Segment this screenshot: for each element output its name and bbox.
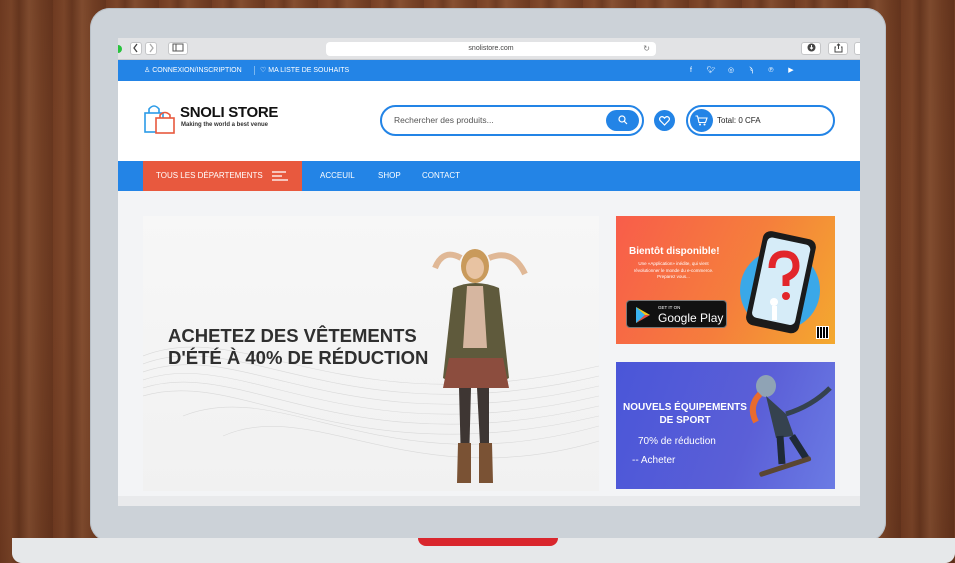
reload-icon[interactable]: ↻ — [643, 42, 650, 56]
sidebar-toggle-button[interactable] — [168, 42, 188, 55]
skater-image — [749, 375, 832, 477]
rss-icon[interactable]: ϡ — [744, 60, 758, 81]
departments-label: TOUS LES DÉPARTEMENTS — [156, 171, 263, 180]
hero-headline-line1: ACHETEZ DES VÊTEMENTS — [168, 325, 417, 346]
fashion-model-image — [432, 249, 528, 483]
heart-icon — [659, 116, 670, 126]
sport-promo-banner[interactable]: NOUVELS ÉQUIPEMENTS DE SPORT 70% de rédu… — [616, 362, 835, 489]
hero-banner[interactable]: ACHETEZ DES VÊTEMENTS D'ÉTÉ À 40% DE RÉD… — [143, 216, 599, 491]
nav-link-home[interactable]: ACCEUIL — [320, 161, 355, 191]
hamburger-menu-icon — [272, 171, 288, 181]
search-button[interactable] — [606, 110, 639, 131]
share-icon — [834, 43, 842, 53]
login-label: CONNEXION/INSCRIPTION — [152, 67, 242, 74]
sport-banner-title-line2: DE SPORT — [659, 415, 711, 426]
youtube-icon[interactable]: ▶ — [784, 60, 798, 81]
cart-button[interactable]: Total: 0 CFA — [686, 105, 835, 136]
shopping-bags-icon — [144, 105, 175, 134]
pinterest-icon[interactable]: ℗ — [764, 60, 778, 81]
sidebar-icon — [172, 43, 184, 52]
google-play-icon — [636, 307, 650, 323]
wishlist-link[interactable]: ♡ MA LISTE DE SOUHAITS — [260, 60, 349, 81]
app-banner-title: Bientôt disponible! — [629, 246, 720, 257]
app-promo-banner[interactable]: Bientôt disponible! Une «Application» in… — [616, 216, 835, 344]
download-icon — [807, 43, 815, 52]
login-link[interactable]: ♙ CONNEXION/INSCRIPTION — [144, 60, 242, 81]
cart-icon-wrap — [690, 109, 713, 132]
logo-title: SNOLI STORE — [180, 104, 279, 121]
search-icon — [618, 115, 628, 125]
laptop-screen: snolistore.com ↻ ♙ CONNEXION/INSCRIPTION… — [118, 38, 860, 506]
departments-menu-button[interactable]: TOUS LES DÉPARTEMENTS — [143, 161, 302, 191]
site-header: SNOLI STORE Making the world a best venu… — [118, 81, 860, 161]
wishlist-label: MA LISTE DE SOUHAITS — [268, 67, 350, 74]
app-banner-description: Une «Application» inédite, qui vient rév… — [633, 261, 714, 279]
nav-link-contact[interactable]: CONTACT — [422, 161, 460, 191]
search-input[interactable]: Rechercher des produits... — [394, 107, 494, 134]
chevron-right-icon — [149, 43, 154, 53]
forward-button[interactable] — [145, 42, 157, 55]
facebook-icon[interactable]: f — [684, 60, 698, 81]
user-icon: ♙ — [144, 67, 153, 74]
instagram-icon[interactable]: ◎ — [724, 60, 738, 81]
nav-link-shop[interactable]: SHOP — [378, 161, 401, 191]
url-text: snolistore.com — [468, 45, 514, 52]
chevron-left-icon — [133, 43, 138, 53]
google-play-name: Google Play — [658, 311, 724, 325]
google-play-badge[interactable]: GET IT ON Google Play — [626, 300, 727, 328]
sport-banner-title-line1: NOUVELS ÉQUIPEMENTS — [623, 402, 747, 413]
qr-code[interactable] — [816, 326, 829, 339]
laptop-notch — [418, 538, 558, 546]
wishlist-button[interactable] — [654, 110, 675, 131]
twitter-icon[interactable]: 🐦︎ — [704, 60, 718, 81]
store-logo[interactable]: SNOLI STORE Making the world a best venu… — [143, 102, 293, 138]
address-bar[interactable]: snolistore.com ↻ — [326, 42, 656, 56]
divider — [254, 66, 255, 75]
logo-tagline: Making the world a best venue — [181, 122, 269, 128]
tab-overview-button[interactable] — [854, 42, 860, 55]
page-bottom-strip — [118, 496, 860, 506]
cart-total: Total: 0 CFA — [717, 116, 761, 125]
search-bar: Rechercher des produits... — [380, 105, 644, 136]
sport-banner-discount: 70% de réduction — [638, 436, 716, 447]
back-button[interactable] — [130, 42, 142, 55]
downloads-button[interactable] — [801, 42, 821, 55]
google-play-get-label: GET IT ON — [658, 305, 681, 310]
window-control-dot[interactable] — [118, 45, 122, 53]
shopping-cart-icon — [695, 115, 708, 126]
hero-headline-line2: D'ÉTÉ À 40% DE RÉDUCTION — [168, 347, 429, 368]
share-button[interactable] — [828, 42, 848, 55]
main-navigation: TOUS LES DÉPARTEMENTS ACCEUIL SHOP CONTA… — [118, 161, 860, 191]
smartphone-question-mark-image — [740, 231, 820, 334]
sport-banner-buy-link[interactable]: -- Acheter — [632, 455, 675, 466]
top-bar: ♙ CONNEXION/INSCRIPTION ♡ MA LISTE DE SO… — [118, 60, 860, 81]
heart-icon: ♡ — [260, 67, 269, 74]
browser-toolbar: snolistore.com ↻ — [118, 38, 860, 60]
